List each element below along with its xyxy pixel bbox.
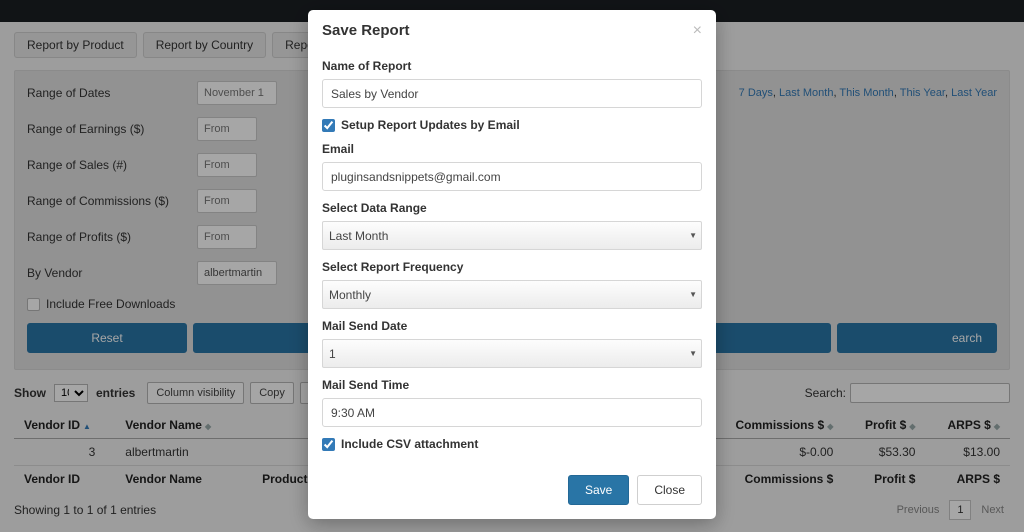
save-button[interactable]: Save xyxy=(568,475,629,505)
chevron-down-icon: ▼ xyxy=(689,349,697,358)
label-email: Email xyxy=(322,142,702,156)
close-icon[interactable]: × xyxy=(693,23,702,39)
send-date-select[interactable]: 1▼ xyxy=(322,339,702,368)
frequency-select[interactable]: Monthly▼ xyxy=(322,280,702,309)
checkbox-icon xyxy=(322,119,335,132)
close-button[interactable]: Close xyxy=(637,475,702,505)
checkbox-icon xyxy=(322,438,335,451)
report-name-input[interactable] xyxy=(322,79,702,108)
save-report-modal: Save Report × Name of Report Setup Repor… xyxy=(308,10,716,519)
label-frequency: Select Report Frequency xyxy=(322,260,702,274)
setup-email-check[interactable]: Setup Report Updates by Email xyxy=(322,118,702,132)
modal-title: Save Report xyxy=(322,22,410,39)
setup-email-label: Setup Report Updates by Email xyxy=(341,118,520,132)
email-input[interactable] xyxy=(322,162,702,191)
label-data-range: Select Data Range xyxy=(322,201,702,215)
include-csv-check[interactable]: Include CSV attachment xyxy=(322,437,702,451)
send-time-input[interactable] xyxy=(322,398,702,427)
data-range-select[interactable]: Last Month▼ xyxy=(322,221,702,250)
label-send-time: Mail Send Time xyxy=(322,378,702,392)
chevron-down-icon: ▼ xyxy=(689,231,697,240)
include-csv-label: Include CSV attachment xyxy=(341,437,478,451)
chevron-down-icon: ▼ xyxy=(689,290,697,299)
modal-overlay: Save Report × Name of Report Setup Repor… xyxy=(0,0,1024,532)
label-send-date: Mail Send Date xyxy=(322,319,702,333)
label-report-name: Name of Report xyxy=(322,59,702,73)
